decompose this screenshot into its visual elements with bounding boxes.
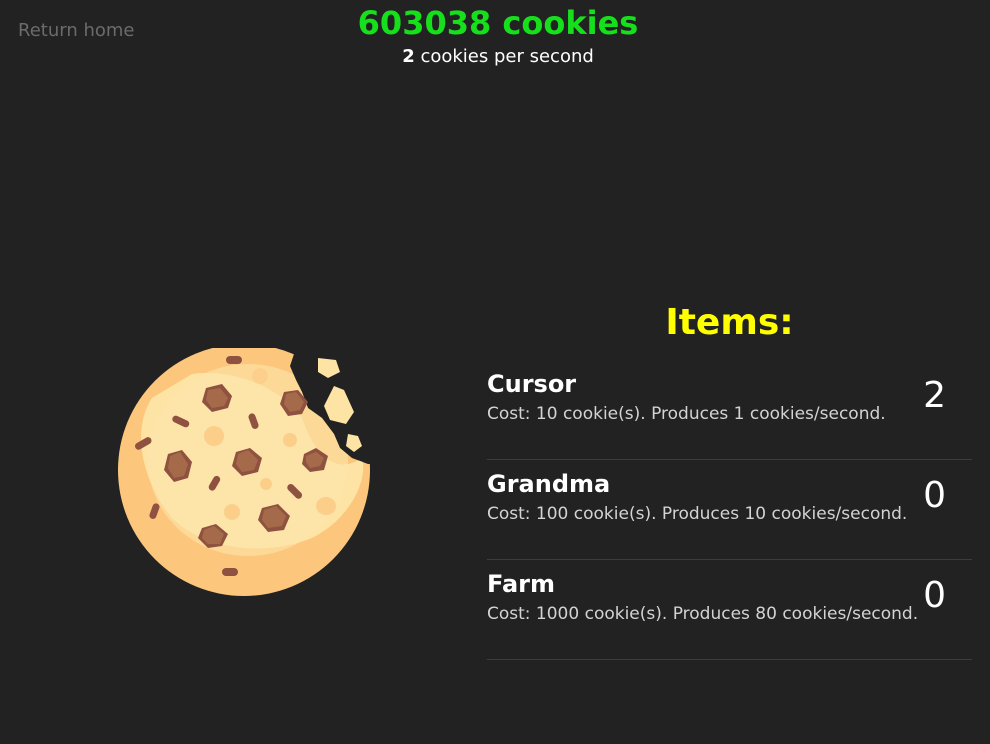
item-name: Farm [487, 570, 556, 598]
items-title: Items: [665, 302, 794, 343]
header: 603038 cookies 2 cookies per second [0, 2, 990, 69]
cookie-clicker-page: Return home 603038 cookies 2 cookies per… [0, 0, 990, 744]
cookie-icon [118, 344, 370, 596]
item-description: Cost: 100 cookie(s). Produces 10 cookies… [487, 504, 908, 524]
item-description: Cost: 10 cookie(s). Produces 1 cookies/s… [487, 404, 886, 424]
cps-label: cookies per second [414, 46, 594, 67]
item-grandma[interactable]: Grandma Cost: 100 cookie(s). Produces 10… [487, 460, 972, 560]
item-owned-count: 0 [923, 475, 946, 516]
cookie-count: 603038 cookies [357, 4, 639, 42]
cookies-per-second: 2 cookies per second [0, 45, 990, 69]
item-name: Grandma [487, 470, 611, 498]
items-panel: Items: Cursor Cost: 10 cookie(s). Produc… [487, 300, 972, 660]
item-name: Cursor [487, 370, 577, 398]
item-cursor[interactable]: Cursor Cost: 10 cookie(s). Produces 1 co… [487, 360, 972, 460]
item-description: Cost: 1000 cookie(s). Produces 80 cookie… [487, 604, 919, 624]
item-farm[interactable]: Farm Cost: 1000 cookie(s). Produces 80 c… [487, 560, 972, 660]
cps-value: 2 [402, 46, 415, 67]
item-owned-count: 2 [923, 375, 946, 416]
big-cookie-button[interactable] [112, 344, 374, 598]
item-owned-count: 0 [923, 575, 946, 616]
